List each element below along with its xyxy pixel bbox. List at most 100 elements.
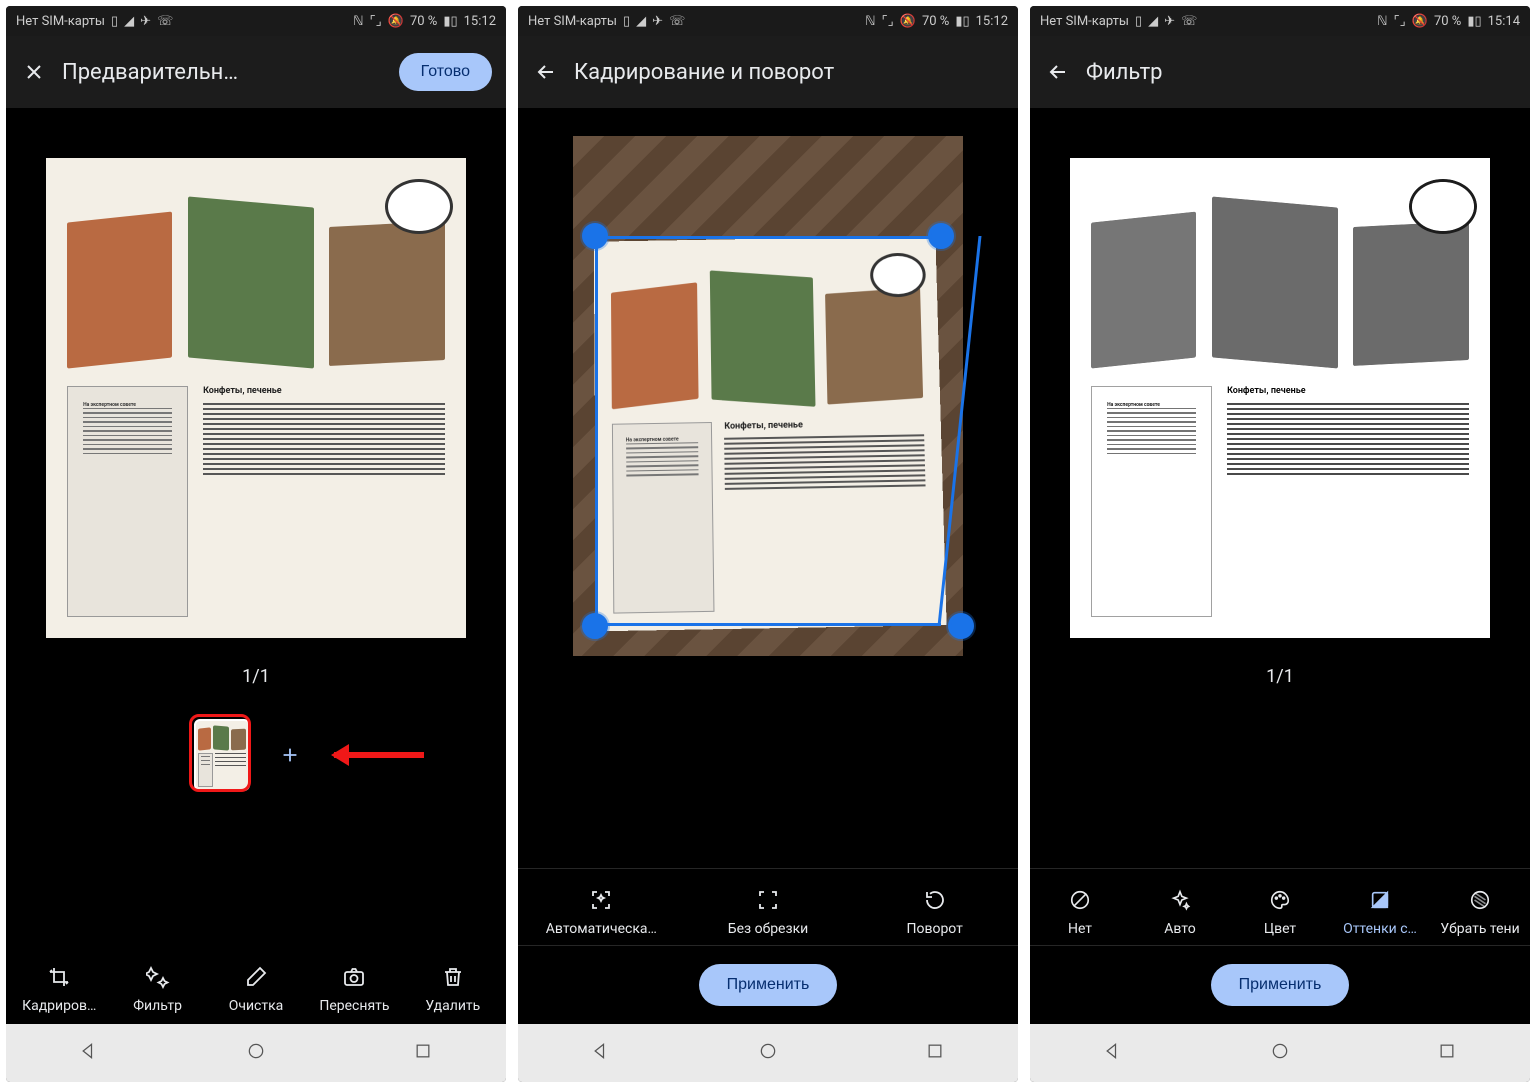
apply-button[interactable]: Применить [699,964,838,1006]
annotation-arrow [334,752,424,758]
crop-viewport[interactable]: На экспертном совете Конфеты, печенье [573,136,963,656]
nav-back-icon[interactable] [591,1041,611,1065]
tool-label: Нет [1068,921,1092,937]
auto-crop-icon [588,887,614,913]
bluetooth-icon: ⌜⌟ [882,14,894,29]
filter-content: На экспертном совете Конфеты, печенье 1/… [1030,108,1530,868]
crop-frame[interactable] [595,236,941,626]
wifi-icon: ◢ [124,14,134,29]
status-bar: Нет SIM-карты ▯ ◢ ✈ ☏ ℕ ⌜⌟ 🔕 70 % ▮▯ 15:… [6,6,506,36]
sim-status: Нет SIM-карты [1040,14,1129,29]
scan-preview[interactable]: На экспертном совете Конфеты, печенье [1070,158,1490,638]
crop-handle-br[interactable] [948,613,974,639]
filter-grayscale[interactable]: Оттенки с… [1330,887,1430,937]
done-button[interactable]: Готово [399,53,492,91]
retake-tool[interactable]: Переснять [305,964,403,1014]
filter-auto[interactable]: Авто [1130,887,1230,937]
page-thumbnail[interactable] [194,719,250,791]
status-bar: Нет SIM-карты ▯ ◢ ✈ ☏ ℕ ⌜⌟ 🔕 70 % ▮▯ 15:… [1030,6,1530,36]
nfc-icon: ℕ [1377,14,1387,29]
bluetooth-icon: ⌜⌟ [1394,14,1406,29]
tool-label: Оттенки с… [1343,921,1417,937]
battery-percent: 70 % [922,14,949,29]
thumbnail-row [194,719,318,791]
toolbar: Кадриров… Фильтр Очистка Переснять Удали… [6,948,506,1024]
telegram-icon: ✈ [140,14,151,29]
auto-crop-tool[interactable]: Автоматическа… [518,887,685,937]
eraser-icon [243,964,269,990]
filter-shadow[interactable]: Убрать тени [1430,887,1530,937]
clock: 15:14 [1488,14,1520,29]
delete-tool[interactable]: Удалить [404,964,502,1014]
crop-content: На экспертном совете Конфеты, печенье [518,108,1018,868]
add-page-button[interactable] [262,719,318,791]
tool-label: Убрать тени [1440,921,1519,937]
nav-home-icon[interactable] [246,1041,266,1065]
cleanup-tool[interactable]: Очистка [207,964,305,1014]
tool-label: Кадриров… [22,998,96,1014]
wifi-icon: ◢ [1148,14,1158,29]
app-header: Кадрирование и поворот [518,36,1018,108]
page-counter: 1/1 [1266,666,1294,687]
telegram-icon: ✈ [652,14,663,29]
nav-back-icon[interactable] [1103,1041,1123,1065]
sparkle-icon [145,964,171,990]
dnd-icon: 🔕 [900,14,916,29]
apply-button[interactable]: Применить [1211,964,1350,1006]
apply-row: Применить [518,945,1018,1024]
sim-status: Нет SIM-карты [16,14,105,29]
nav-recent-icon[interactable] [413,1041,433,1065]
tool-label: Поворот [906,921,962,937]
sparkle-icon [1167,887,1193,913]
nav-home-icon[interactable] [1270,1041,1290,1065]
clock: 15:12 [976,14,1008,29]
dnd-icon: 🔕 [1412,14,1428,29]
close-icon[interactable] [20,58,48,86]
system-nav [1030,1024,1530,1082]
page-title: Фильтр [1086,60,1516,85]
expand-icon [755,887,781,913]
nfc-icon: ℕ [353,14,363,29]
nav-home-icon[interactable] [758,1041,778,1065]
battery-percent: 70 % [1434,14,1461,29]
sim-icon: ▯ [111,14,118,29]
back-icon[interactable] [1044,58,1072,86]
filter-color[interactable]: Цвет [1230,887,1330,937]
battery-icon: ▮▯ [1467,14,1481,29]
battery-icon: ▮▯ [955,14,969,29]
filter-tool[interactable]: Фильтр [108,964,206,1014]
tool-label: Очистка [229,998,284,1014]
crop-handle-bl[interactable] [582,613,608,639]
filter-none[interactable]: Нет [1030,887,1130,937]
phone-preview: Нет SIM-карты ▯ ◢ ✈ ☏ ℕ ⌜⌟ 🔕 70 % ▮▯ 15:… [6,6,506,1082]
tool-label: Авто [1164,921,1196,937]
sim-icon: ▯ [1135,14,1142,29]
sim-status: Нет SIM-карты [528,14,617,29]
palette-icon [1267,887,1293,913]
nav-recent-icon[interactable] [925,1041,945,1065]
tool-label: Фильтр [133,998,182,1014]
telegram-icon: ✈ [1164,14,1175,29]
app-header: Фильтр [1030,36,1530,108]
back-icon[interactable] [532,58,560,86]
rotate-icon [922,887,948,913]
shadow-remove-icon [1467,887,1493,913]
doc-main-title: Конфеты, печенье [203,386,445,396]
filter-toolbar: Нет Авто Цвет Оттенки с… Убрать тени [1030,868,1530,945]
crop-handle-tl[interactable] [582,223,608,249]
crop-handle-tr[interactable] [928,223,954,249]
no-crop-tool[interactable]: Без обрезки [685,887,852,937]
tool-label: Удалить [425,998,480,1014]
nav-recent-icon[interactable] [1437,1041,1457,1065]
crop-tool[interactable]: Кадриров… [10,964,108,1014]
scan-preview[interactable]: На экспертном совете Конфеты, печенье [46,158,466,638]
nav-back-icon[interactable] [79,1041,99,1065]
rotate-tool[interactable]: Поворот [851,887,1018,937]
wifi-icon: ◢ [636,14,646,29]
phone-filter: Нет SIM-карты ▯ ◢ ✈ ☏ ℕ ⌜⌟ 🔕 70 % ▮▯ 15:… [1030,6,1530,1082]
tool-label: Автоматическа… [546,921,657,937]
app-header: Предварительн… Готово [6,36,506,108]
page-title: Предварительн… [62,60,385,85]
whatsapp-icon: ☏ [669,14,685,29]
sim-icon: ▯ [623,14,630,29]
